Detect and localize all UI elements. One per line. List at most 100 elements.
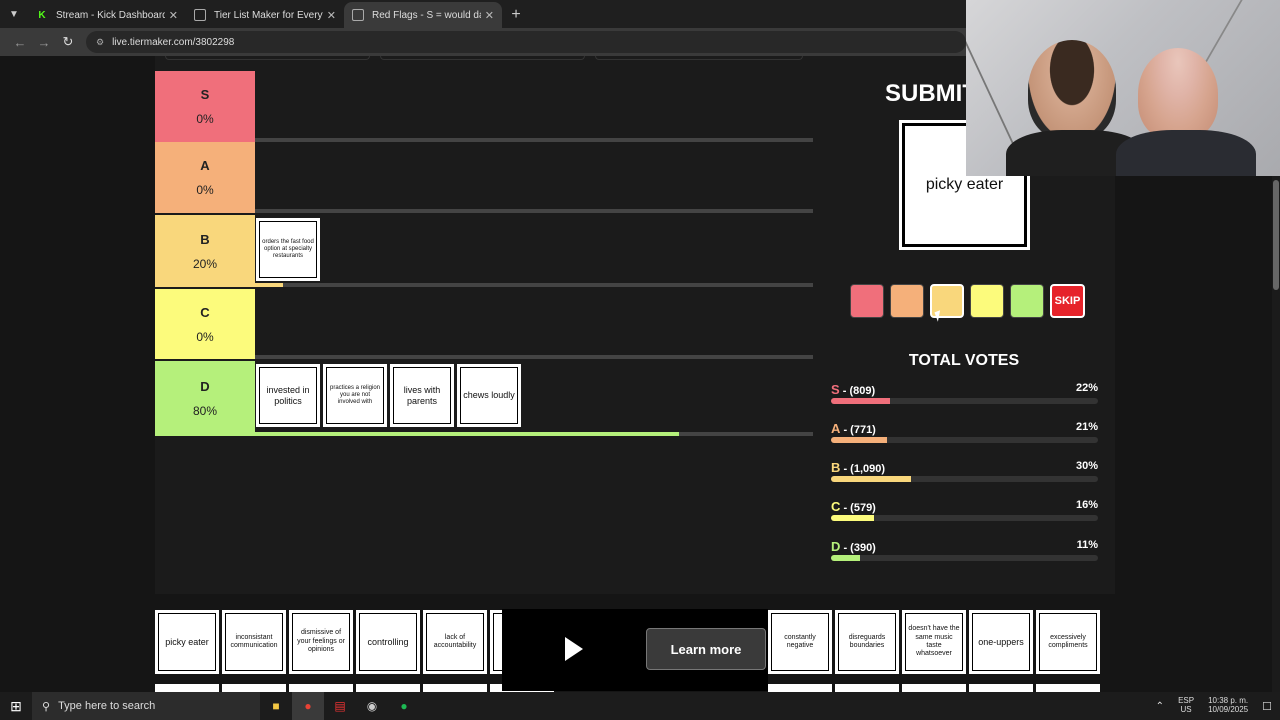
tier-label: S 0% (155, 71, 255, 142)
bank-card[interactable]: one-uppers (969, 610, 1033, 674)
vote-result-label: D - (390) (831, 539, 876, 554)
tier-label: A 0% (155, 142, 255, 213)
windows-start-icon[interactable]: ⊞ (0, 692, 32, 720)
bank-card[interactable] (423, 684, 487, 692)
bank-card[interactable]: dismissive of your feelings or opinions (289, 610, 353, 674)
forward-arrow-icon[interactable]: → (32, 30, 56, 54)
tier-card[interactable]: orders the fast food option at specialty… (256, 218, 320, 281)
search-placeholder: Type here to search (58, 700, 156, 712)
bank-card[interactable] (768, 684, 832, 692)
vote-result-count: - (390) (840, 542, 876, 554)
ad-video[interactable] (502, 609, 643, 691)
system-tray: ⌃ ESP US 10:38 p. m. 10/09/2025 ☐ (1156, 692, 1280, 720)
tier-row-a[interactable]: A 0% (155, 142, 813, 213)
bank-card[interactable] (289, 684, 353, 692)
tier-row-s[interactable]: S 0% (155, 71, 813, 142)
bank-card[interactable]: constantly negative (768, 610, 832, 674)
chevron-up-icon[interactable]: ⌃ (1156, 701, 1164, 712)
reload-icon[interactable]: ↻ (56, 30, 80, 54)
tab-kick-dashboard[interactable]: K Stream - Kick Dashboard ✕ (28, 2, 186, 28)
chrome-icon[interactable]: ● (292, 692, 324, 720)
bank-card[interactable] (969, 684, 1033, 692)
tier-percent: 20% (192, 256, 218, 271)
vote-button-d[interactable] (1010, 284, 1044, 318)
video-ad[interactable]: Learn more (502, 609, 768, 691)
tier-vote-fill (255, 283, 283, 287)
vote-result-letter: B (831, 460, 841, 475)
tier-letter: D (200, 379, 210, 394)
search-icon: ⚲ (42, 700, 51, 713)
kick-icon: K (38, 9, 46, 21)
back-arrow-icon[interactable]: ← (8, 30, 32, 54)
url-text: live.tiermaker.com/3802298 (112, 36, 235, 48)
clock[interactable]: 10:38 p. m. 10/09/2025 (1208, 696, 1248, 715)
bank-card[interactable] (835, 684, 899, 692)
tier-card[interactable]: chews loudly (457, 364, 521, 427)
obs-icon[interactable]: ◉ (356, 692, 388, 720)
tier-label: B 20% (155, 215, 255, 287)
tier-label: D 80% (155, 361, 255, 436)
close-icon[interactable]: ✕ (327, 9, 336, 22)
tier-percent: 0% (196, 112, 214, 126)
vote-result-percent: 11% (1076, 539, 1098, 551)
tier-label: C 0% (155, 289, 255, 359)
taskbar-search[interactable]: ⚲ Type here to search (32, 692, 260, 720)
vote-result-count: - (809) (839, 385, 876, 397)
vote-result-percent: 21% (1075, 421, 1098, 433)
bank-card[interactable]: lack of accountability (423, 610, 487, 674)
skip-button[interactable]: SKIP (1050, 284, 1085, 318)
bank-card[interactable]: picky eater (155, 610, 219, 674)
file-explorer-icon[interactable]: ■ (260, 692, 292, 720)
vote-result-percent: 30% (1075, 460, 1098, 472)
bank-card[interactable]: disreguards boundaries (835, 610, 899, 674)
close-icon[interactable]: ✕ (485, 9, 494, 22)
page-scrollbar[interactable] (1272, 176, 1280, 692)
vote-button-c[interactable] (970, 284, 1004, 318)
vote-result-label: C - (579) (831, 499, 876, 514)
notification-icon[interactable]: ☐ (1262, 700, 1272, 713)
tier-card[interactable]: invested in politics (256, 364, 320, 427)
tab-red-flags[interactable]: Red Flags - S = would date, D = ✕ (344, 2, 502, 28)
vote-result-percent: 16% (1075, 499, 1098, 511)
bank-card[interactable]: doesn't have the same music taste whatso… (902, 610, 966, 674)
vote-result-count: - (1,090) (840, 463, 886, 475)
submit-title: SUBMIT (885, 80, 977, 107)
tier-card[interactable]: practices a religion you are not involve… (323, 364, 387, 427)
close-icon[interactable]: ✕ (169, 9, 178, 22)
vote-result-letter: S (831, 382, 840, 397)
bank-card[interactable] (155, 684, 219, 692)
learn-more-button[interactable]: Learn more (646, 628, 766, 670)
top-strip (155, 56, 813, 62)
bank-card[interactable] (222, 684, 286, 692)
bank-card[interactable] (1036, 684, 1100, 692)
vote-result-count: - (579) (840, 502, 876, 514)
scrollbar-thumb[interactable] (1273, 180, 1279, 290)
tab-tiermaker[interactable]: Tier List Maker for Everything - ✕ (186, 2, 344, 28)
tab-title: Tier List Maker for Everything - (214, 9, 323, 21)
tab-search-icon[interactable]: ▼ (0, 0, 28, 28)
bank-card[interactable] (902, 684, 966, 692)
bank-card[interactable]: inconsistant communication (222, 610, 286, 674)
url-field[interactable]: ⚙ live.tiermaker.com/3802298 (86, 31, 966, 53)
keyboard-region: US (1180, 705, 1192, 714)
vote-button-a[interactable] (890, 284, 924, 318)
spotify-icon[interactable]: ● (388, 692, 420, 720)
tier-row-c[interactable]: C 0% (155, 289, 813, 359)
site-info-icon[interactable]: ⚙ (96, 37, 104, 48)
bank-card[interactable] (356, 684, 420, 692)
tier-row-b[interactable]: B 20% orders the fast food option at speci… (155, 215, 813, 287)
tier-row-d[interactable]: D 80% invested in politics practices a reli… (155, 361, 813, 436)
vote-result-label: B - (1,090) (831, 460, 885, 475)
vote-button-s[interactable] (850, 284, 884, 318)
bank-card[interactable]: excessively compliments (1036, 610, 1100, 674)
bank-card[interactable]: controlling (356, 610, 420, 674)
vote-result-label: A - (771) (831, 421, 876, 436)
tier-card[interactable]: lives with parents (390, 364, 454, 427)
vote-result-letter: A (831, 421, 841, 436)
voicemeeter-icon[interactable]: ▤ (324, 692, 356, 720)
play-icon[interactable] (565, 637, 583, 661)
tier-percent: 0% (196, 183, 214, 197)
new-tab-button[interactable]: + (502, 2, 530, 28)
vote-result-track (831, 437, 1098, 443)
language-indicator[interactable]: ESP US (1178, 696, 1194, 715)
